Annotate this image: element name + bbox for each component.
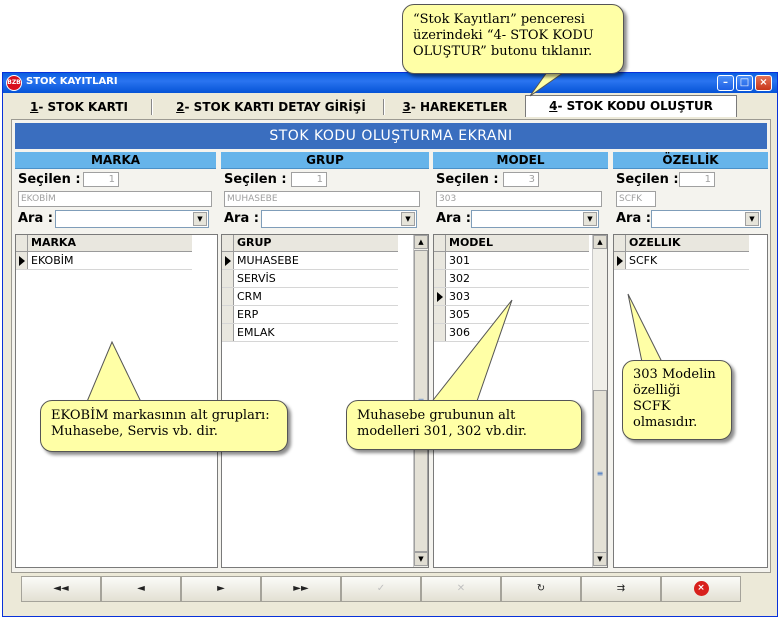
callout-marka: EKOBİM markasının alt grupları: Muhasebe…	[40, 400, 288, 452]
callout-top: “Stok Kayıtları” penceresi üzerindeki “4…	[402, 4, 624, 74]
callout-grup-tail	[428, 299, 513, 405]
callout-model: 303 Modelin özelliği SCFK olmasıdır.	[622, 360, 732, 440]
callout-grup: Muhasebe grubunun alt modelleri 301, 302…	[346, 400, 582, 450]
callout-marka-tail	[85, 340, 143, 405]
callout-tails	[85, 53, 663, 405]
callout-model-tail	[627, 293, 663, 363]
